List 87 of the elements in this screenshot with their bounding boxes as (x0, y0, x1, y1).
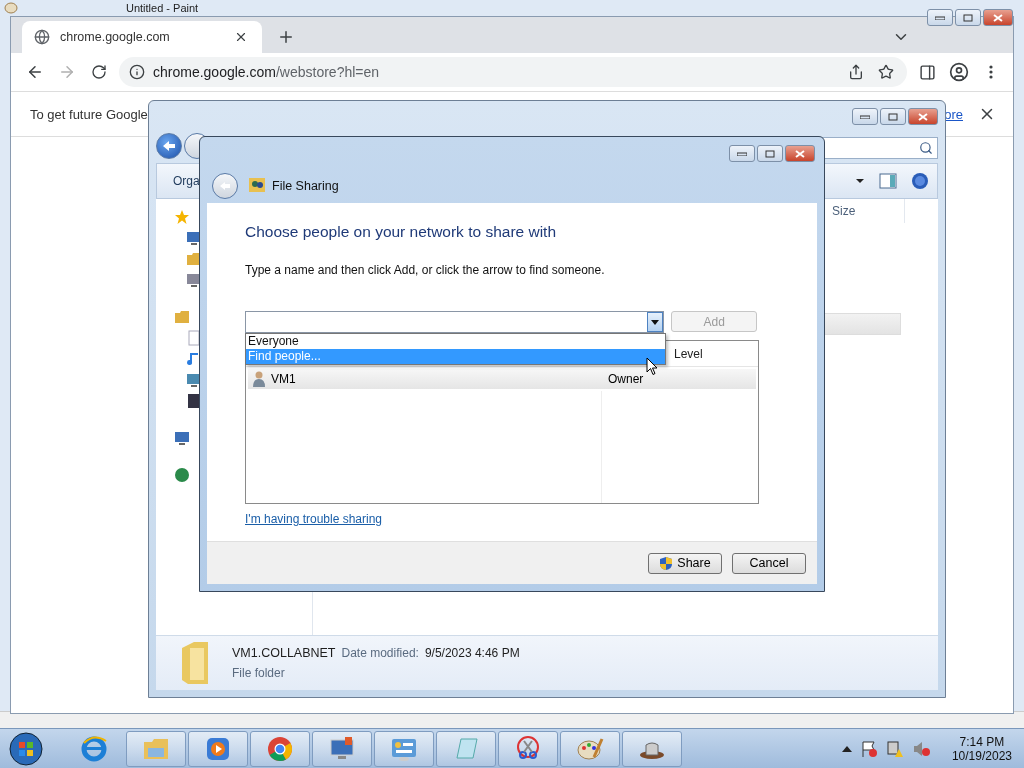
info-bar-text: To get future Google (30, 106, 148, 122)
close-icon (918, 112, 928, 121)
star-icon[interactable] (174, 208, 190, 225)
cancel-button[interactable]: Cancel (732, 552, 806, 574)
dropdown-option[interactable]: Everyone (246, 334, 665, 349)
address-bar[interactable]: chrome.google.com/webstore?hl=en (119, 57, 907, 87)
minimize-button[interactable] (729, 145, 755, 162)
close-button[interactable] (983, 9, 1013, 26)
tab-title: chrome.google.com (60, 30, 171, 44)
profile-icon (949, 62, 969, 82)
back-button[interactable] (212, 173, 238, 199)
back-button[interactable] (156, 133, 182, 159)
maximize-button[interactable] (880, 108, 906, 125)
shield-icon (659, 555, 674, 571)
share-button[interactable]: Share (648, 552, 722, 574)
show-hidden-icons-icon[interactable] (841, 745, 852, 752)
close-icon (795, 149, 805, 158)
network-icon[interactable] (885, 739, 904, 758)
back-arrow-icon (219, 181, 231, 191)
taskbar-app[interactable] (560, 730, 620, 767)
preview-pane-icon[interactable] (879, 173, 897, 189)
dropdown-arrow-button[interactable] (647, 312, 664, 332)
plus-icon (277, 28, 295, 46)
minimize-icon (935, 15, 945, 20)
side-panel-icon (918, 63, 936, 81)
help-link[interactable]: I'm having trouble sharing (245, 512, 383, 526)
clock[interactable]: 7:14 PM 10/19/2023 (945, 734, 1018, 763)
dialog-heading: Choose people on your network to share with (245, 223, 558, 241)
taskbar-app[interactable] (374, 730, 434, 767)
chrome-icon (266, 734, 294, 763)
browser-tab[interactable]: chrome.google.com (22, 21, 262, 53)
start-button[interactable] (6, 730, 46, 767)
maximize-button[interactable] (955, 9, 981, 26)
minimize-button[interactable] (927, 9, 953, 26)
taskbar-app[interactable] (250, 730, 310, 767)
permission-level: Owner (608, 372, 645, 386)
browser-e-icon (80, 734, 108, 763)
minimize-icon (737, 151, 747, 156)
user-name: VM1 (271, 372, 297, 386)
organize-button[interactable]: Orga (173, 174, 200, 188)
monitor-icon[interactable] (174, 429, 190, 446)
taskbar-app[interactable] (188, 730, 248, 767)
date-modified-label: Date modified: (341, 646, 419, 660)
caret-icon[interactable] (855, 178, 865, 184)
taskbar-app[interactable] (498, 730, 558, 767)
person-icon (253, 371, 265, 387)
back-arrow-icon (162, 140, 176, 152)
taskbar-app[interactable] (622, 730, 682, 767)
close-icon (993, 13, 1003, 22)
maximize-button[interactable] (757, 145, 783, 162)
reload-icon (91, 64, 107, 80)
maximize-icon (963, 13, 973, 22)
window-title: Untitled - Paint (126, 2, 199, 14)
close-button[interactable] (785, 145, 815, 162)
taskbar-app[interactable] (312, 730, 372, 767)
item-name: VM1.COLLABNET (232, 646, 336, 660)
column-header[interactable]: Size (826, 199, 905, 223)
close-icon (234, 30, 248, 44)
close-button[interactable] (908, 108, 938, 125)
info-icon (129, 64, 145, 80)
film-icon[interactable] (186, 392, 202, 409)
star-icon (878, 64, 894, 80)
list-row[interactable]: VM1 Owner (248, 369, 756, 389)
forward-arrow-icon (58, 63, 76, 81)
instruction-text: Type a name and then click Add, or click the arrow to find someone. (245, 263, 606, 277)
maximize-icon (765, 149, 775, 158)
maximize-icon (888, 112, 898, 121)
monitor-icon (328, 735, 356, 762)
minimize-icon (860, 114, 870, 119)
document-icon[interactable] (186, 329, 202, 346)
menu-icon (989, 65, 993, 79)
share-icon (848, 64, 864, 80)
minimize-button[interactable] (852, 108, 878, 125)
folder-icon (180, 640, 210, 686)
profile-button[interactable] (947, 60, 971, 84)
people-icon (248, 176, 266, 194)
start-orb-icon (9, 731, 43, 766)
help-icon[interactable] (911, 172, 929, 190)
name-field[interactable] (245, 311, 665, 333)
search-icon (919, 141, 933, 155)
item-type: File folder (232, 666, 286, 680)
date-modified: 9/5/2023 4:46 PM (424, 646, 520, 660)
volume-muted-icon[interactable] (911, 739, 930, 758)
flag-icon[interactable] (859, 739, 878, 758)
caret-icon (651, 319, 660, 325)
play-icon (205, 735, 231, 762)
dialog-title: File Sharing (272, 179, 339, 193)
